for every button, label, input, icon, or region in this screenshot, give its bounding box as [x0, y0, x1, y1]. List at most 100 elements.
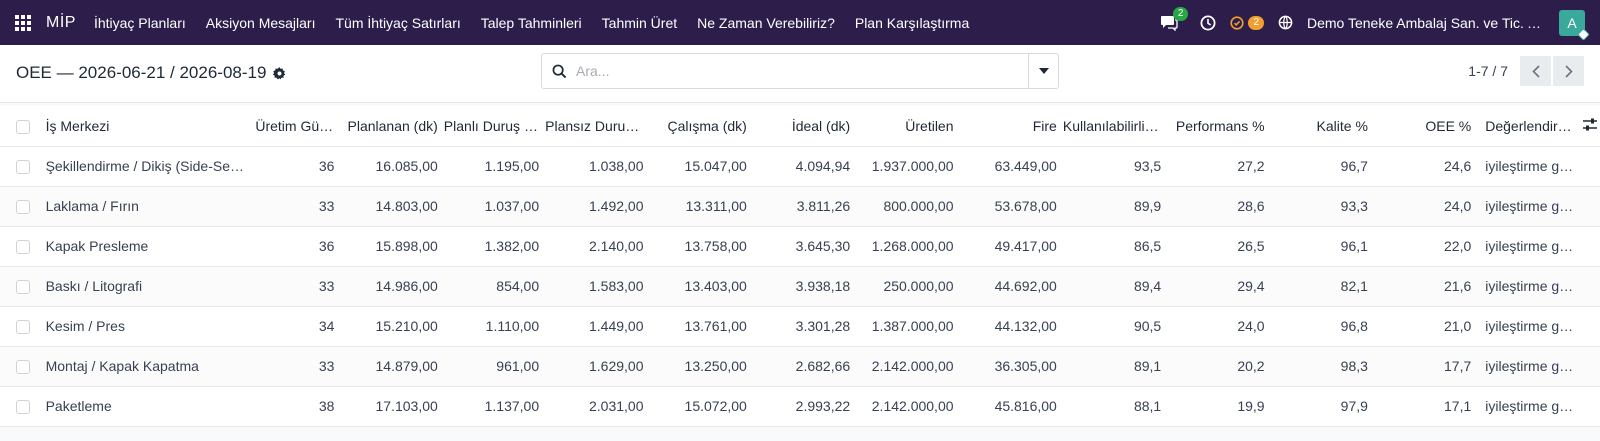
- cell-degerlendirme[interactable]: iyileştirme gerekli: [1477, 226, 1581, 267]
- cell-planli-durus[interactable]: 1.037,00: [443, 186, 546, 227]
- gear-icon[interactable]: [273, 66, 286, 80]
- optional-columns-toggle[interactable]: [1580, 106, 1600, 147]
- cell-planli-durus[interactable]: 1.110,00: [443, 306, 546, 347]
- row-checkbox-cell[interactable]: [0, 346, 46, 387]
- activity-button[interactable]: [1200, 15, 1216, 31]
- row-checkbox[interactable]: [15, 240, 30, 255]
- search-icon[interactable]: [542, 64, 576, 79]
- cell-fire[interactable]: 53.678,00: [959, 186, 1063, 227]
- menu-item-plan-karsilastirma[interactable]: Plan Karşılaştırma: [855, 15, 969, 31]
- cell-degerlendirme[interactable]: iyileştirme gerekli: [1477, 306, 1581, 347]
- row-checkbox[interactable]: [15, 400, 30, 415]
- row-checkbox[interactable]: [15, 160, 30, 175]
- cell-kullanilabilirlik[interactable]: 89,9: [1062, 186, 1168, 227]
- cell-kullanilabilirlik[interactable]: 86,5: [1062, 226, 1168, 267]
- select-all-checkbox-cell[interactable]: [0, 106, 46, 147]
- cell-oee[interactable]: 24,6: [1373, 146, 1478, 187]
- user-avatar[interactable]: A: [1559, 9, 1590, 41]
- table-row[interactable]: Laklama / Fırın 33 14.803,00 1.037,00 1.492,…: [0, 186, 1600, 227]
- table-row[interactable]: Montaj / Kapak Kapatma 33 14.879,00 961,00 1…: [0, 346, 1600, 387]
- cell-planli-durus[interactable]: 1.137,00: [443, 386, 546, 427]
- cell-uretilen[interactable]: 1.268.000,00: [856, 226, 960, 267]
- search-options-toggle[interactable]: [1028, 54, 1058, 88]
- cell-calisma[interactable]: 15.072,00: [649, 386, 753, 427]
- table-row[interactable]: Şekillendirme / Dikiş (Side-Seam) 36 16.08…: [0, 146, 1600, 187]
- row-checkbox[interactable]: [15, 200, 30, 215]
- cell-planlanan[interactable]: 15.898,00: [340, 226, 444, 267]
- cell-performans[interactable]: 19,9: [1167, 386, 1271, 427]
- cell-ideal[interactable]: 3.301,28: [752, 306, 857, 347]
- cell-calisma[interactable]: 13.758,00: [649, 226, 753, 267]
- cell-performans[interactable]: 24,0: [1167, 306, 1271, 347]
- cell-performans[interactable]: 27,2: [1167, 146, 1271, 187]
- column-header-degerlendirme[interactable]: Değerlendirme: [1477, 106, 1581, 147]
- cell-oee[interactable]: 22,0: [1373, 226, 1478, 267]
- cell-uretim-gunu[interactable]: 33: [255, 186, 341, 227]
- cell-degerlendirme[interactable]: iyileştirme gerekli: [1477, 266, 1581, 307]
- cell-plansiz-durus[interactable]: 2.031,00: [545, 386, 650, 427]
- cell-planlanan[interactable]: 17.103,00: [340, 386, 444, 427]
- cell-uretim-gunu[interactable]: 33: [255, 346, 341, 387]
- cell-kalite[interactable]: 82,1: [1270, 266, 1374, 307]
- cell-degerlendirme[interactable]: iyileştirme gerekli: [1477, 146, 1581, 187]
- cell-uretilen[interactable]: 2.142.000,00: [856, 386, 960, 427]
- cell-planlanan[interactable]: 15.210,00: [340, 306, 444, 347]
- cell-uretim-gunu[interactable]: 38: [255, 386, 341, 427]
- column-header-kullanilabilirlik[interactable]: Kullanılabilirlik %: [1062, 106, 1168, 147]
- cell-calisma[interactable]: 15.047,00: [649, 146, 753, 187]
- cell-is-merkezi[interactable]: Laklama / Fırın: [45, 186, 256, 227]
- cell-degerlendirme[interactable]: iyileştirme gerekli: [1477, 346, 1581, 387]
- row-checkbox[interactable]: [15, 360, 30, 375]
- row-checkbox-cell[interactable]: [0, 146, 46, 187]
- pager-value[interactable]: 1-7 / 7: [1468, 63, 1508, 79]
- row-checkbox[interactable]: [15, 280, 30, 295]
- company-name[interactable]: Demo Teneke Ambalaj San. ve Tic. A.Ş.: [1307, 15, 1541, 31]
- cell-kullanilabilirlik[interactable]: 90,5: [1062, 306, 1168, 347]
- row-checkbox-cell[interactable]: [0, 226, 46, 267]
- column-header-uretim-gunu[interactable]: Üretim Günü: [255, 106, 341, 147]
- column-header-planlanan[interactable]: Planlanan (dk): [340, 106, 444, 147]
- table-row[interactable]: Kapak Presleme 36 15.898,00 1.382,00 2.140,0…: [0, 226, 1600, 267]
- cell-is-merkezi[interactable]: Şekillendirme / Dikiş (Side-Seam): [45, 146, 256, 187]
- cell-calisma[interactable]: 13.311,00: [649, 186, 753, 227]
- cell-performans[interactable]: 26,5: [1167, 226, 1271, 267]
- menu-item-talep-tahminleri[interactable]: Talep Tahminleri: [481, 15, 582, 31]
- cell-kullanilabilirlik[interactable]: 93,5: [1062, 146, 1168, 187]
- cell-is-merkezi[interactable]: Kapak Presleme: [45, 226, 256, 267]
- cell-kalite[interactable]: 98,3: [1270, 346, 1374, 387]
- menu-item-ihtiyac-planlari[interactable]: İhtiyaç Planları: [94, 15, 186, 31]
- cell-fire[interactable]: 44.132,00: [959, 306, 1063, 347]
- cell-plansiz-durus[interactable]: 2.140,00: [545, 226, 650, 267]
- cell-calisma[interactable]: 13.250,00: [649, 346, 753, 387]
- company-switcher-icon-button[interactable]: [1278, 15, 1293, 30]
- cell-uretim-gunu[interactable]: 33: [255, 266, 341, 307]
- cell-degerlendirme[interactable]: iyileştirme gerekli: [1477, 386, 1581, 427]
- menu-item-ne-zaman-verebiliriz[interactable]: Ne Zaman Verebiliriz?: [697, 15, 835, 31]
- cell-planli-durus[interactable]: 854,00: [443, 266, 546, 307]
- messages-button[interactable]: 2: [1160, 6, 1189, 31]
- cell-degerlendirme[interactable]: iyileştirme gerekli: [1477, 186, 1581, 227]
- cell-performans[interactable]: 29,4: [1167, 266, 1271, 307]
- cell-kalite[interactable]: 97,9: [1270, 386, 1374, 427]
- menu-item-aksiyon-mesajlari[interactable]: Aksiyon Mesajları: [206, 15, 316, 31]
- cell-fire[interactable]: 49.417,00: [959, 226, 1063, 267]
- cell-performans[interactable]: 28,6: [1167, 186, 1271, 227]
- column-header-calisma[interactable]: Çalışma (dk): [649, 106, 753, 147]
- cell-ideal[interactable]: 4.094,94: [752, 146, 857, 187]
- column-header-performans[interactable]: Performans %: [1167, 106, 1271, 147]
- column-header-is-merkezi[interactable]: İş Merkezi: [45, 106, 256, 147]
- cell-uretim-gunu[interactable]: 36: [255, 146, 341, 187]
- cell-ideal[interactable]: 3.645,30: [752, 226, 857, 267]
- cell-oee[interactable]: 17,7: [1373, 346, 1478, 387]
- cell-ideal[interactable]: 3.811,26: [752, 186, 857, 227]
- cell-kalite[interactable]: 93,3: [1270, 186, 1374, 227]
- cell-uretim-gunu[interactable]: 34: [255, 306, 341, 347]
- cell-is-merkezi[interactable]: Montaj / Kapak Kapatma: [45, 346, 256, 387]
- column-header-ideal[interactable]: İdeal (dk): [752, 106, 857, 147]
- cell-fire[interactable]: 36.305,00: [959, 346, 1063, 387]
- cell-performans[interactable]: 20,2: [1167, 346, 1271, 387]
- cell-uretilen[interactable]: 1.387.000,00: [856, 306, 960, 347]
- cell-is-merkezi[interactable]: Paketleme: [45, 386, 256, 427]
- pager-previous-button[interactable]: [1520, 56, 1551, 86]
- cell-calisma[interactable]: 13.403,00: [649, 266, 753, 307]
